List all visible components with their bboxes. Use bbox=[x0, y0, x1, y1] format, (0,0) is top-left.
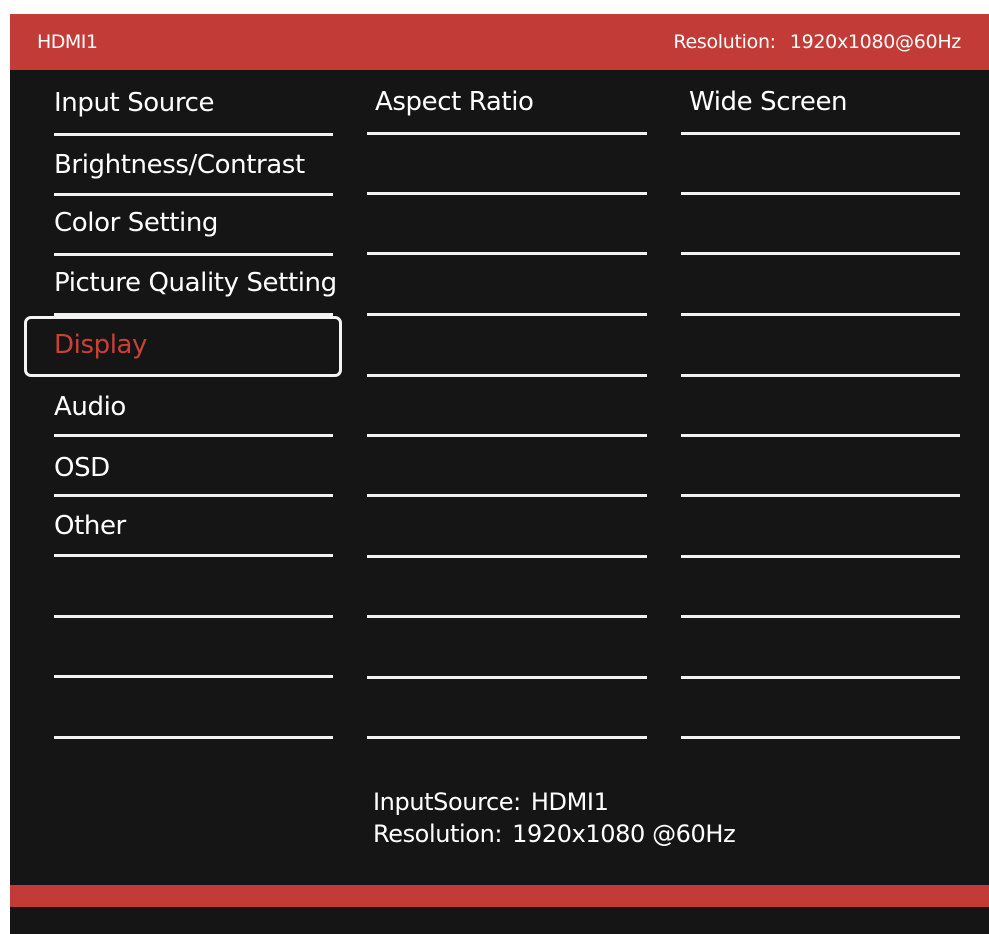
footer-bar bbox=[10, 885, 989, 907]
value-item-empty bbox=[681, 255, 960, 316]
menu-item-input-source[interactable]: Input Source bbox=[54, 72, 333, 136]
value-item-empty bbox=[681, 135, 960, 195]
submenu-item-empty bbox=[367, 618, 647, 679]
info-resolution-value: 1920x1080 @60Hz bbox=[512, 820, 736, 848]
info-resolution: Resolution: 1920x1080 @60Hz bbox=[373, 818, 736, 850]
menu-item-other[interactable]: Other bbox=[54, 497, 333, 557]
header-resolution-label: Resolution: bbox=[673, 31, 776, 53]
submenu-item-empty bbox=[367, 316, 647, 377]
menu-item-color-setting[interactable]: Color Setting bbox=[54, 196, 333, 256]
submenu-item-empty bbox=[367, 497, 647, 558]
menu-item-osd[interactable]: OSD bbox=[54, 437, 333, 497]
value-item-empty bbox=[681, 377, 960, 437]
header-bar: HDMI1 Resolution: 1920x1080@60Hz bbox=[10, 14, 989, 70]
header-input-source: HDMI1 bbox=[37, 31, 98, 53]
info-input-source-value: HDMI1 bbox=[530, 788, 609, 816]
submenu-item-empty bbox=[367, 558, 647, 618]
value-item-empty bbox=[681, 316, 960, 377]
value-item-empty bbox=[681, 679, 960, 739]
menu-item-label: OSD bbox=[54, 453, 110, 483]
menu-item-label: Picture Quality Setting bbox=[54, 268, 337, 298]
menu-item-label: Brightness/Contrast bbox=[54, 150, 305, 180]
value-item-empty bbox=[681, 558, 960, 618]
value-item-empty bbox=[681, 195, 960, 255]
selection-highlight bbox=[24, 316, 342, 377]
signal-info: InputSource: HDMI1 Resolution: 1920x1080 @… bbox=[373, 786, 736, 850]
info-input-source-label: InputSource: bbox=[373, 788, 521, 816]
menu-item-label: Color Setting bbox=[54, 208, 219, 238]
header-resolution: Resolution: 1920x1080@60Hz bbox=[673, 31, 961, 53]
menu-item-brightness-contrast[interactable]: Brightness/Contrast bbox=[54, 136, 333, 196]
menu-item-label: Other bbox=[54, 511, 126, 541]
menu-item-empty bbox=[54, 678, 333, 739]
osd-menu: HDMI1 Resolution: 1920x1080@60Hz Input So… bbox=[10, 14, 989, 934]
submenu-item-aspect-ratio[interactable]: Aspect Ratio bbox=[367, 72, 647, 135]
menu-item-empty bbox=[54, 618, 333, 678]
submenu-item-empty bbox=[367, 135, 647, 195]
submenu-item-empty bbox=[367, 437, 647, 497]
value-item-wide-screen[interactable]: Wide Screen bbox=[681, 72, 960, 135]
menu-item-audio[interactable]: Audio bbox=[54, 376, 333, 437]
info-input-source: InputSource: HDMI1 bbox=[373, 786, 735, 818]
header-resolution-value: 1920x1080@60Hz bbox=[789, 31, 962, 53]
info-resolution-label: Resolution: bbox=[373, 820, 503, 848]
submenu-item-empty bbox=[367, 679, 647, 739]
submenu-item-empty bbox=[367, 377, 647, 437]
menu-item-label: Input Source bbox=[54, 88, 215, 118]
submenu-item-empty bbox=[367, 255, 647, 316]
submenu-item-empty bbox=[367, 195, 647, 255]
value-item-label: Wide Screen bbox=[689, 87, 848, 117]
value-item-empty bbox=[681, 618, 960, 679]
submenu-item-label: Aspect Ratio bbox=[375, 87, 534, 117]
menu-item-label: Audio bbox=[54, 392, 126, 422]
value-item-empty bbox=[681, 497, 960, 558]
menu-item-empty bbox=[54, 557, 333, 618]
value-item-empty bbox=[681, 437, 960, 497]
menu-item-picture-quality-setting[interactable]: Picture Quality Setting bbox=[54, 256, 337, 316]
